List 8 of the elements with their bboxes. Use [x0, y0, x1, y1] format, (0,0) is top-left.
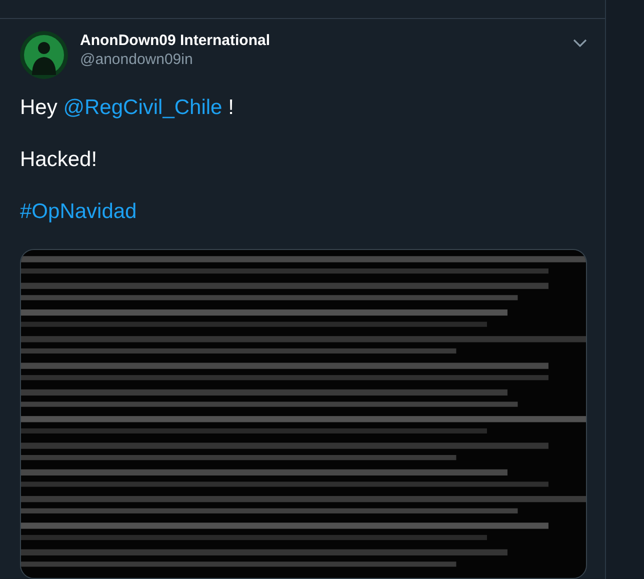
avatar-icon[interactable]: [20, 31, 68, 79]
hashtag-link[interactable]: #OpNavidad: [20, 199, 587, 225]
mention-link[interactable]: @RegCivil_Chile: [63, 96, 222, 119]
author-handle[interactable]: @anondown09in: [80, 50, 565, 69]
tweet-text: Hey @RegCivil_Chile !: [20, 95, 235, 121]
caret-icon[interactable]: [573, 39, 587, 47]
author-name[interactable]: AnonDown09 International: [80, 31, 565, 50]
tweet-text: Hacked!: [20, 147, 98, 173]
